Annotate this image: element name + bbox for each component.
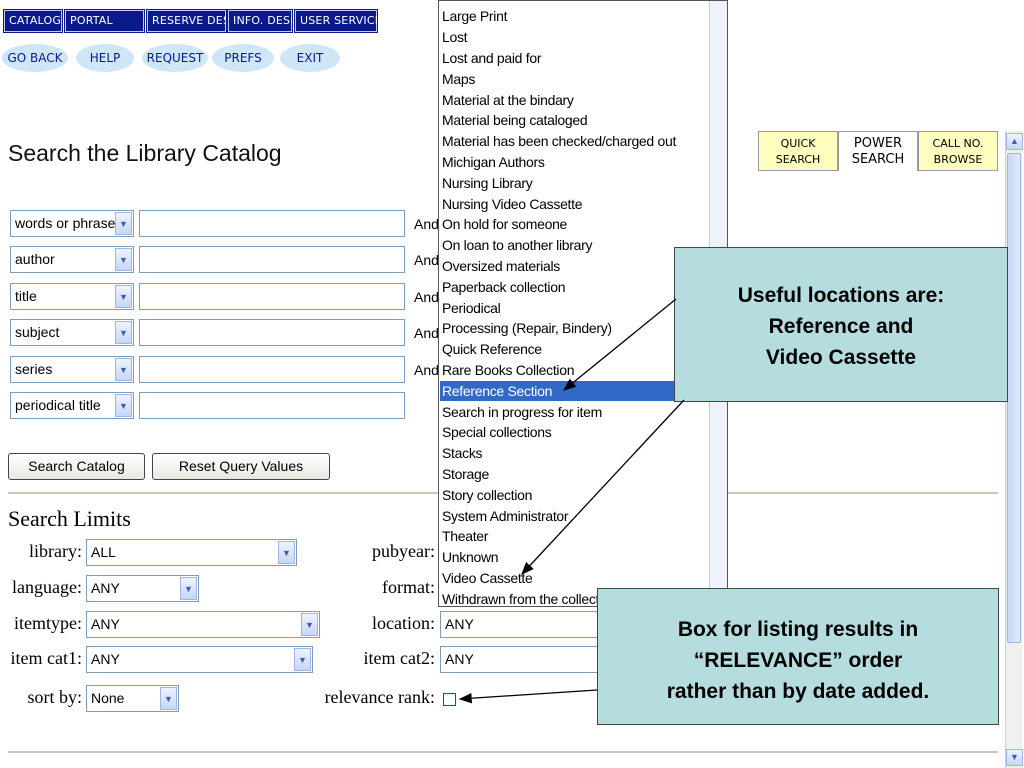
- arrow-to-reference: [562, 298, 677, 391]
- arrow-to-relevance-checkbox: [458, 689, 598, 704]
- arrow-to-video-cassette: [521, 399, 685, 575]
- annotation-arrows: [458, 298, 685, 704]
